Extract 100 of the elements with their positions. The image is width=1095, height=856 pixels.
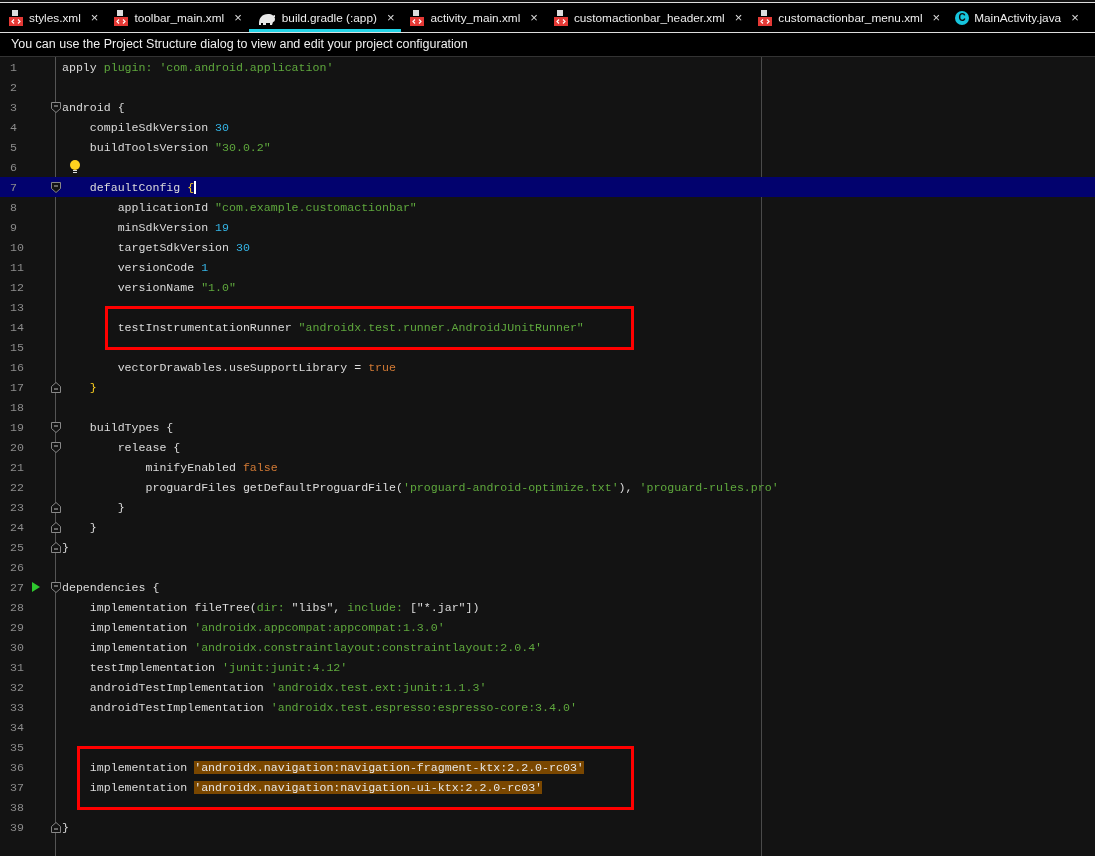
code-text: "libs", bbox=[291, 600, 342, 614]
code-text: apply bbox=[62, 60, 98, 74]
line-number: 25 bbox=[9, 540, 25, 554]
code-text: 30 bbox=[215, 120, 229, 134]
code-text: 30 bbox=[235, 240, 250, 254]
highlighted-code: 'androidx.navigation:navigation-ui-ktx:2.2.0-rc03' bbox=[194, 780, 543, 794]
code-text: implementation bbox=[88, 640, 189, 654]
code-text: "androidx.test.runner.AndroidJUnitRunner" bbox=[298, 320, 584, 334]
line-number: 37 bbox=[9, 780, 25, 794]
fold-icon[interactable] bbox=[51, 581, 61, 593]
line-number: 20 bbox=[9, 440, 25, 454]
editor-tab[interactable]: customactionbar_header.xml × bbox=[544, 3, 750, 32]
code-text: buildTypes { bbox=[88, 420, 174, 434]
code-text: androidTestImplementation bbox=[88, 680, 265, 694]
code-text: testInstrumentationRunner bbox=[116, 320, 293, 334]
code-text: compileSdkVersion bbox=[88, 120, 210, 134]
fold-icon[interactable] bbox=[51, 821, 61, 833]
code-text: } bbox=[62, 540, 69, 554]
fold-icon[interactable] bbox=[51, 181, 61, 193]
line-number: 33 bbox=[9, 700, 25, 714]
line-number: 11 bbox=[9, 260, 25, 274]
code-text: targetSdkVersion bbox=[116, 240, 230, 254]
code-text: "com.example.customactionbar" bbox=[215, 200, 417, 214]
fold-icon[interactable] bbox=[51, 501, 61, 513]
close-icon[interactable]: × bbox=[90, 10, 99, 25]
code-text: vectorDrawables.useSupportLibrary = bbox=[116, 360, 363, 374]
code-text: implementation fileTree( bbox=[88, 600, 257, 614]
line-number: 26 bbox=[9, 560, 25, 574]
code-text: versionCode bbox=[116, 260, 196, 274]
line-number: 30 bbox=[9, 640, 25, 654]
code-text: ), bbox=[618, 480, 634, 494]
line-number: 21 bbox=[9, 460, 25, 474]
code-text: release { bbox=[116, 440, 181, 454]
close-icon[interactable]: × bbox=[932, 10, 941, 25]
line-number: 12 bbox=[9, 280, 25, 294]
close-icon[interactable]: × bbox=[530, 10, 538, 25]
lightbulb-icon[interactable] bbox=[70, 160, 80, 174]
line-number: 38 bbox=[9, 800, 25, 814]
line-number: 17 bbox=[9, 380, 25, 394]
run-icon[interactable] bbox=[32, 582, 40, 592]
line-number: 10 bbox=[9, 240, 25, 254]
close-icon[interactable]: × bbox=[1071, 10, 1079, 25]
code-text: true bbox=[368, 360, 396, 374]
line-number: 34 bbox=[9, 720, 25, 734]
xml-file-icon bbox=[8, 9, 24, 26]
code-text: false bbox=[242, 460, 278, 474]
code-text: minSdkVersion bbox=[116, 220, 210, 234]
code-text: ["*.jar"]) bbox=[409, 600, 480, 614]
line-number: 24 bbox=[9, 520, 25, 534]
fold-icon[interactable] bbox=[51, 541, 61, 553]
code-text: 'proguard-rules.pro' bbox=[639, 480, 779, 494]
close-icon[interactable]: × bbox=[734, 10, 743, 25]
close-icon[interactable]: × bbox=[234, 10, 242, 25]
code-text: implementation bbox=[88, 620, 189, 634]
code-text: dependencies { bbox=[62, 580, 160, 594]
code-text: androidTestImplementation bbox=[88, 700, 265, 714]
code-text: } bbox=[116, 500, 125, 514]
editor-tab[interactable]: C MainActivity.java × bbox=[947, 3, 1086, 32]
code-text: dir: bbox=[256, 600, 286, 614]
fold-icon[interactable] bbox=[51, 381, 61, 393]
line-number: 35 bbox=[9, 740, 25, 754]
line-number: 3 bbox=[9, 100, 18, 114]
fold-icon[interactable] bbox=[51, 421, 61, 433]
editor-tab[interactable]: customactionbar_menu.xml × bbox=[749, 3, 948, 32]
line-number: 9 bbox=[9, 220, 18, 234]
code-text: } bbox=[88, 520, 97, 534]
line-number: 14 bbox=[9, 320, 25, 334]
line-number: 29 bbox=[9, 620, 25, 634]
close-icon[interactable]: × bbox=[386, 10, 395, 25]
editor-tab[interactable]: styles.xml × bbox=[0, 3, 106, 32]
code-text: 19 bbox=[215, 220, 229, 234]
class-icon: C bbox=[955, 10, 970, 25]
xml-file-icon bbox=[409, 9, 426, 26]
line-number: 4 bbox=[9, 120, 18, 134]
code-text: versionName bbox=[116, 280, 196, 294]
code-text: } bbox=[88, 380, 97, 394]
line-number: 6 bbox=[9, 160, 18, 174]
line-number: 23 bbox=[9, 500, 25, 514]
fold-icon[interactable] bbox=[51, 441, 61, 453]
line-number: 22 bbox=[9, 480, 25, 494]
xml-file-icon bbox=[757, 9, 774, 26]
code-text: minifyEnabled bbox=[144, 460, 237, 474]
code-text: 'androidx.constraintlayout:constraintlayout:2.0.4' bbox=[194, 640, 543, 654]
code-text: 'androidx.test.espresso:espresso-core:3.4.0' bbox=[270, 700, 577, 714]
line-number: 28 bbox=[9, 600, 25, 614]
line-number: 31 bbox=[9, 660, 25, 674]
code-text: 'junit:junit:4.12' bbox=[222, 660, 348, 674]
code-text: testImplementation bbox=[88, 660, 217, 674]
code-text: 'androidx.appcompat:appcompat:1.3.0' bbox=[194, 620, 445, 634]
fold-icon[interactable] bbox=[51, 101, 61, 113]
code-text: implementation bbox=[88, 780, 189, 794]
fold-icon[interactable] bbox=[51, 521, 61, 533]
code-text: } bbox=[62, 820, 69, 834]
highlighted-code: 'androidx.navigation:navigation-fragment-ktx:2.2.0-rc03' bbox=[194, 760, 584, 774]
editor-tab[interactable]: activity_main.xml × bbox=[401, 3, 545, 32]
line-number: 19 bbox=[9, 420, 25, 434]
code-text: 'proguard-android-optimize.txt' bbox=[402, 480, 619, 494]
code-text: applicationId bbox=[116, 200, 210, 214]
code-text: { bbox=[187, 180, 197, 194]
editor-tab[interactable]: toolbar_main.xml × bbox=[105, 3, 249, 32]
